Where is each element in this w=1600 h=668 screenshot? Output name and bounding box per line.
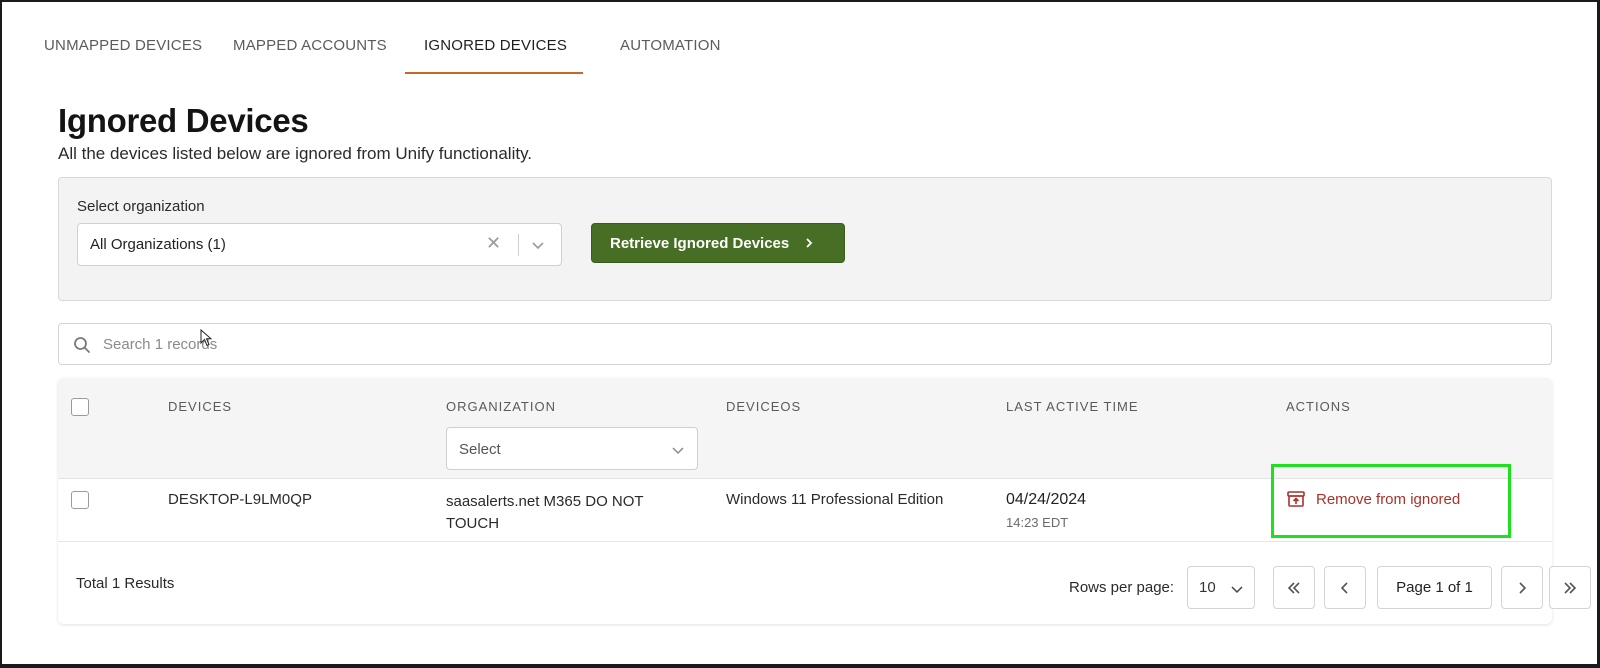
tab-unmapped-devices[interactable]: UNMAPPED DEVICES <box>44 28 202 74</box>
search-input[interactable] <box>103 332 1503 356</box>
column-header-last-active-time[interactable]: LAST ACTIVE TIME <box>1006 399 1139 414</box>
first-page-button[interactable] <box>1273 566 1315 609</box>
rows-per-page-value: 10 <box>1199 579 1216 596</box>
next-page-button[interactable] <box>1501 566 1543 609</box>
row-checkbox[interactable] <box>71 491 89 509</box>
filter-panel: Select organization All Organizations (1… <box>58 177 1552 301</box>
column-header-organization[interactable]: ORGANIZATION <box>446 399 556 414</box>
column-header-devices[interactable]: DEVICES <box>168 399 232 414</box>
organization-select[interactable]: All Organizations (1) ✕ <box>77 223 562 266</box>
select-all-checkbox[interactable] <box>71 398 89 416</box>
search-icon <box>74 337 90 353</box>
chevron-right-icon <box>1519 581 1527 594</box>
chevron-down-icon <box>672 447 684 455</box>
chevron-left-icon <box>1340 581 1348 594</box>
organization-name: saasalerts.net M365 DO NOT TOUCH <box>446 493 644 532</box>
column-header-deviceos[interactable]: DEVICEOS <box>726 399 801 414</box>
total-results: Total 1 Results <box>76 575 175 592</box>
tab-ignored-devices[interactable]: IGNORED DEVICES <box>424 28 567 74</box>
double-chevron-right-icon <box>1564 581 1577 594</box>
last-active-date: 04/24/2024 <box>1006 491 1087 508</box>
page-subtitle: All the devices listed below are ignored… <box>58 144 533 163</box>
page-indicator: Page 1 of 1 <box>1377 566 1492 609</box>
mouse-cursor-icon <box>200 329 212 347</box>
clear-selection-icon[interactable]: ✕ <box>486 233 501 254</box>
chevron-down-icon[interactable] <box>530 237 546 253</box>
organization-select-label: Select organization <box>77 198 205 215</box>
device-os: Windows 11 Professional Edition <box>726 491 944 508</box>
app-window: UNMAPPED DEVICES MAPPED ACCOUNTS IGNORED… <box>0 0 1600 668</box>
page-title: Ignored Devices <box>58 102 309 139</box>
previous-page-button[interactable] <box>1324 566 1366 609</box>
select-separator <box>518 234 519 256</box>
chevron-right-icon <box>806 238 813 248</box>
rows-per-page-label: Rows per page: <box>1069 579 1175 596</box>
search-bar[interactable] <box>58 323 1552 365</box>
active-tab-indicator <box>405 72 583 74</box>
tab-automation[interactable]: AUTOMATION <box>620 28 721 74</box>
organization-column-filter-value: Select <box>459 441 501 458</box>
organization-column-filter[interactable]: Select <box>446 427 698 470</box>
double-chevron-left-icon <box>1287 581 1300 594</box>
retrieve-ignored-devices-button[interactable]: Retrieve Ignored Devices <box>591 223 845 263</box>
chevron-down-icon <box>1231 586 1243 594</box>
highlight-annotation <box>1271 464 1511 538</box>
retrieve-button-label: Retrieve Ignored Devices <box>610 234 790 252</box>
device-name: DESKTOP-L9LM0QP <box>168 491 312 508</box>
last-page-button[interactable] <box>1549 566 1591 609</box>
last-active-clock: 14:23 EDT <box>1006 515 1069 530</box>
organization-select-value: All Organizations (1) <box>90 236 226 253</box>
tab-mapped-accounts[interactable]: MAPPED ACCOUNTS <box>233 28 387 74</box>
rows-per-page-select[interactable]: 10 <box>1187 566 1255 609</box>
column-header-actions: ACTIONS <box>1286 399 1351 414</box>
last-active-time: 04/24/2024 14:23 EDT <box>1006 491 1086 530</box>
